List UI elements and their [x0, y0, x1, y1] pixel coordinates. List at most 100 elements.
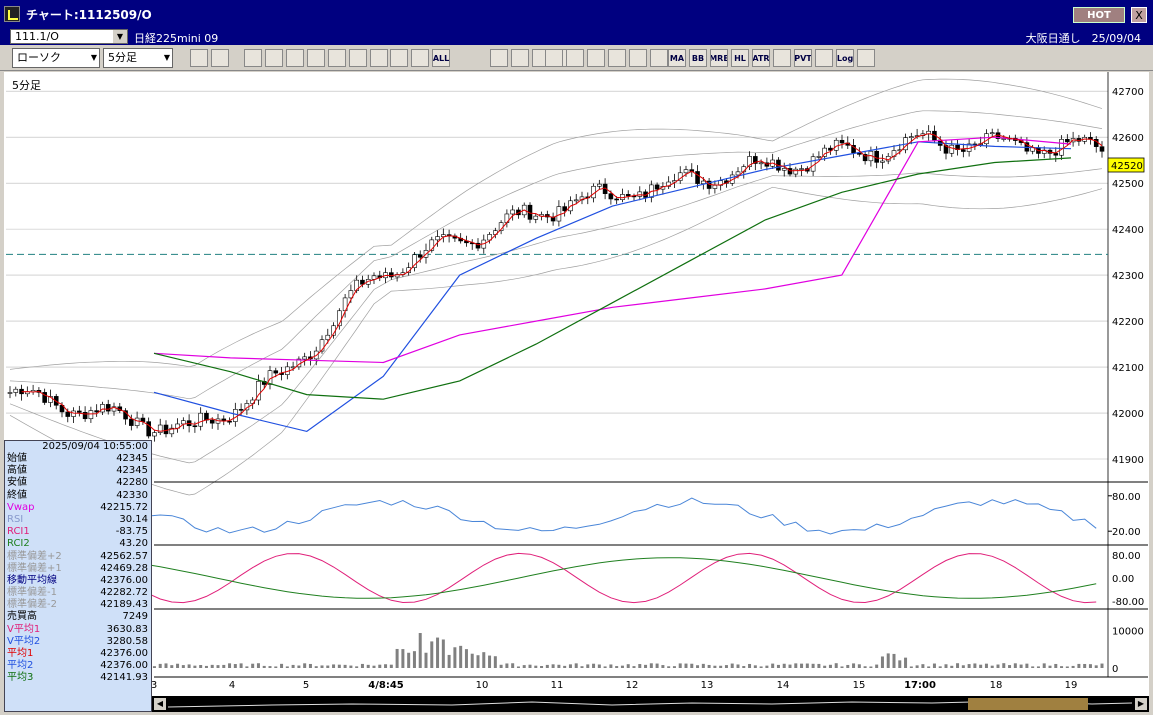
chevron-down-icon[interactable]: ▼	[113, 30, 127, 43]
scroll-thumb[interactable]	[968, 698, 1088, 710]
grid-icon[interactable]	[390, 49, 408, 67]
volume-bar	[967, 664, 971, 668]
interval-select[interactable]: 5分足 ▼	[103, 48, 173, 68]
volume-bar	[805, 663, 809, 668]
mre-icon[interactable]: MRE	[710, 49, 728, 67]
log-icon[interactable]: Log	[836, 49, 854, 67]
volume-bar	[1077, 663, 1081, 668]
volume-bar	[1094, 665, 1098, 668]
pen-icon[interactable]	[244, 49, 262, 67]
tool-icon[interactable]	[490, 49, 508, 67]
candle-body	[325, 334, 331, 341]
print-icon[interactable]	[545, 49, 563, 67]
export-icon[interactable]	[857, 49, 875, 67]
info-label: RCI2	[7, 538, 30, 550]
copy-icon[interactable]	[411, 49, 429, 67]
candle-body	[100, 404, 105, 413]
info-label: RSI	[7, 513, 24, 525]
info-value: 42141.93	[100, 672, 148, 684]
price-chart[interactable]: 42700 42600 42500 42400 42300 42200 42100 42000…	[4, 72, 1149, 696]
scroll-right-icon[interactable]: ▶	[1135, 698, 1147, 710]
hot-button[interactable]: HOT	[1073, 7, 1125, 23]
volume-bar	[875, 664, 879, 668]
bars-icon[interactable]	[587, 49, 605, 67]
candle-body	[701, 180, 706, 184]
note-icon[interactable]	[328, 49, 346, 67]
all-icon[interactable]: ALL	[432, 49, 450, 67]
volume-bar	[511, 663, 515, 668]
ma-icon[interactable]: MA	[668, 49, 686, 67]
volume-bar	[384, 664, 388, 668]
info-value: 42562.57	[100, 550, 148, 562]
volume-bar	[337, 664, 341, 668]
volume-bar	[464, 649, 468, 668]
volume-bar	[655, 663, 659, 668]
info-icon[interactable]	[650, 49, 668, 67]
cursor-icon[interactable]	[286, 49, 304, 67]
volume-bar	[615, 666, 619, 668]
info-row: 標準偏差+1 42469.28	[5, 563, 151, 575]
volume-bar	[1100, 663, 1104, 668]
trash-icon[interactable]	[349, 49, 367, 67]
info-row: V平均1 3630.83	[5, 624, 151, 636]
close-button[interactable]: X	[1131, 7, 1147, 23]
volume-bar	[823, 665, 827, 668]
volume-bar	[378, 664, 382, 668]
info-label: RCI1	[7, 526, 30, 538]
arrow-icon[interactable]	[307, 49, 325, 67]
pvt-icon[interactable]: PVT	[794, 49, 812, 67]
volume-bar	[1065, 666, 1069, 668]
rci-tick-label: 80.00	[1112, 551, 1141, 562]
price-tick-label: 42500	[1112, 179, 1144, 190]
bb-icon[interactable]: BB	[689, 49, 707, 67]
rsi-tick-label: 80.00	[1112, 492, 1141, 503]
info-value: 7249	[122, 611, 148, 623]
candle-icon[interactable]	[608, 49, 626, 67]
volume-bar	[678, 663, 682, 668]
volume-bar	[418, 633, 422, 668]
hl-icon[interactable]: HL	[731, 49, 749, 67]
delete-icon[interactable]	[370, 49, 388, 67]
volume-bar	[1054, 663, 1058, 668]
volume-bar	[626, 664, 630, 668]
candle-body	[793, 168, 799, 175]
candle-body	[637, 191, 643, 197]
volume-bar	[568, 664, 572, 668]
wrench-icon[interactable]	[511, 49, 529, 67]
chart-scrollbar[interactable]: ◀ ▶	[152, 696, 1149, 712]
volume-bar	[349, 665, 353, 668]
volume-bar	[453, 647, 457, 668]
volume-bar	[181, 665, 185, 668]
candle-body	[435, 236, 440, 241]
volume-bar	[314, 666, 318, 668]
info-value: 42282.72	[100, 587, 148, 599]
volume-bar	[701, 663, 705, 668]
line-icon[interactable]	[265, 49, 283, 67]
candle-body	[614, 198, 619, 201]
search-icon[interactable]	[190, 49, 208, 67]
chevron-down-icon: ▼	[90, 53, 97, 62]
cross-icon[interactable]	[211, 49, 229, 67]
chart-area[interactable]: 42700 42600 42500 42400 42300 42200 42100 42000…	[4, 72, 1149, 696]
tick-icon[interactable]	[629, 49, 647, 67]
chart-type-select[interactable]: ローソク ▼	[12, 48, 100, 68]
volume-bar	[1002, 663, 1006, 668]
volume-bar	[1019, 664, 1023, 668]
ichimoku-icon[interactable]	[773, 49, 791, 67]
volume-bar	[979, 664, 983, 668]
symbol-select[interactable]: 111.1/O ▼	[10, 29, 128, 44]
price-tick-label: 42400	[1112, 225, 1144, 236]
info-label: 安値	[7, 477, 27, 489]
volume-bar	[233, 664, 237, 668]
price-tick-label: 42000	[1112, 409, 1144, 420]
zoom-icon[interactable]	[566, 49, 584, 67]
candle-body	[71, 410, 76, 417]
candle-body	[181, 420, 186, 425]
candle-body	[412, 254, 417, 268]
atr-icon[interactable]: ATR	[752, 49, 770, 67]
window-icon[interactable]	[815, 49, 833, 67]
candle-body	[654, 184, 660, 190]
volume-bar	[840, 666, 844, 668]
info-value: 30.14	[119, 513, 148, 525]
volume-bar	[672, 666, 676, 668]
